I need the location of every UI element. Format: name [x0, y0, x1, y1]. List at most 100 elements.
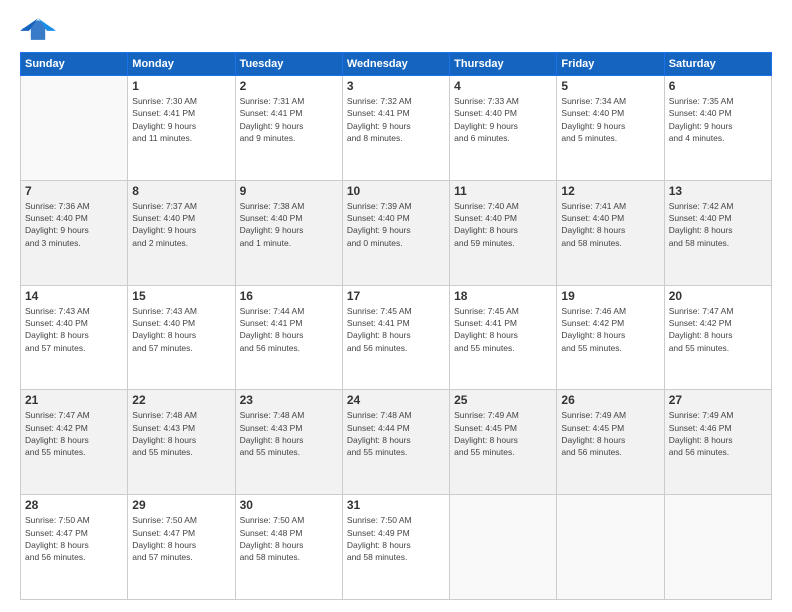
day-info: Sunrise: 7:46 AM Sunset: 4:42 PM Dayligh… — [561, 305, 659, 354]
calendar-cell: 28 Sunrise: 7:50 AM Sunset: 4:47 PM Dayli… — [21, 495, 128, 600]
logo-icon — [20, 16, 56, 44]
calendar-cell: 29 Sunrise: 7:50 AM Sunset: 4:47 PM Dayli… — [128, 495, 235, 600]
day-info: Sunrise: 7:35 AM Sunset: 4:40 PM Dayligh… — [669, 95, 767, 144]
day-number: 24 — [347, 393, 445, 407]
day-info: Sunrise: 7:40 AM Sunset: 4:40 PM Dayligh… — [454, 200, 552, 249]
day-info: Sunrise: 7:43 AM Sunset: 4:40 PM Dayligh… — [25, 305, 123, 354]
col-header-saturday: Saturday — [664, 53, 771, 76]
col-header-monday: Monday — [128, 53, 235, 76]
col-header-friday: Friday — [557, 53, 664, 76]
calendar-cell: 20 Sunrise: 7:47 AM Sunset: 4:42 PM Dayli… — [664, 285, 771, 390]
day-info: Sunrise: 7:42 AM Sunset: 4:40 PM Dayligh… — [669, 200, 767, 249]
day-number: 16 — [240, 289, 338, 303]
day-info: Sunrise: 7:47 AM Sunset: 4:42 PM Dayligh… — [25, 409, 123, 458]
day-number: 28 — [25, 498, 123, 512]
day-info: Sunrise: 7:34 AM Sunset: 4:40 PM Dayligh… — [561, 95, 659, 144]
day-info: Sunrise: 7:44 AM Sunset: 4:41 PM Dayligh… — [240, 305, 338, 354]
calendar-cell: 15 Sunrise: 7:43 AM Sunset: 4:40 PM Dayli… — [128, 285, 235, 390]
day-info: Sunrise: 7:43 AM Sunset: 4:40 PM Dayligh… — [132, 305, 230, 354]
day-info: Sunrise: 7:48 AM Sunset: 4:43 PM Dayligh… — [240, 409, 338, 458]
logo — [20, 16, 60, 44]
day-number: 12 — [561, 184, 659, 198]
page: SundayMondayTuesdayWednesdayThursdayFrid… — [0, 0, 792, 612]
calendar-cell: 26 Sunrise: 7:49 AM Sunset: 4:45 PM Dayli… — [557, 390, 664, 495]
col-header-sunday: Sunday — [21, 53, 128, 76]
calendar-cell: 11Sunrise: 7:40 AM Sunset: 4:40 PM Dayli… — [450, 180, 557, 285]
calendar-table: SundayMondayTuesdayWednesdayThursdayFrid… — [20, 52, 772, 600]
calendar-header-row: SundayMondayTuesdayWednesdayThursdayFrid… — [21, 53, 772, 76]
day-number: 5 — [561, 79, 659, 93]
calendar-cell: 2Sunrise: 7:31 AM Sunset: 4:41 PM Daylig… — [235, 76, 342, 181]
day-info: Sunrise: 7:32 AM Sunset: 4:41 PM Dayligh… — [347, 95, 445, 144]
calendar-cell: 27 Sunrise: 7:49 AM Sunset: 4:46 PM Dayli… — [664, 390, 771, 495]
day-number: 27 — [669, 393, 767, 407]
day-number: 17 — [347, 289, 445, 303]
day-number: 4 — [454, 79, 552, 93]
calendar-cell: 6 Sunrise: 7:35 AM Sunset: 4:40 PM Daylig… — [664, 76, 771, 181]
calendar-cell: 4 Sunrise: 7:33 AM Sunset: 4:40 PM Daylig… — [450, 76, 557, 181]
day-info: Sunrise: 7:47 AM Sunset: 4:42 PM Dayligh… — [669, 305, 767, 354]
calendar-cell: 8 Sunrise: 7:37 AM Sunset: 4:40 PM Daylig… — [128, 180, 235, 285]
col-header-wednesday: Wednesday — [342, 53, 449, 76]
day-info: Sunrise: 7:50 AM Sunset: 4:47 PM Dayligh… — [132, 514, 230, 563]
day-number: 15 — [132, 289, 230, 303]
day-info: Sunrise: 7:48 AM Sunset: 4:43 PM Dayligh… — [132, 409, 230, 458]
day-info: Sunrise: 7:45 AM Sunset: 4:41 PM Dayligh… — [347, 305, 445, 354]
day-number: 21 — [25, 393, 123, 407]
day-number: 7 — [25, 184, 123, 198]
day-info: Sunrise: 7:49 AM Sunset: 4:45 PM Dayligh… — [561, 409, 659, 458]
day-number: 29 — [132, 498, 230, 512]
calendar-cell: 30Sunrise: 7:50 AM Sunset: 4:48 PM Dayli… — [235, 495, 342, 600]
col-header-tuesday: Tuesday — [235, 53, 342, 76]
day-number: 30 — [240, 498, 338, 512]
day-number: 31 — [347, 498, 445, 512]
day-number: 2 — [240, 79, 338, 93]
col-header-thursday: Thursday — [450, 53, 557, 76]
day-info: Sunrise: 7:38 AM Sunset: 4:40 PM Dayligh… — [240, 200, 338, 249]
calendar-cell: 24Sunrise: 7:48 AM Sunset: 4:44 PM Dayli… — [342, 390, 449, 495]
day-number: 8 — [132, 184, 230, 198]
day-info: Sunrise: 7:41 AM Sunset: 4:40 PM Dayligh… — [561, 200, 659, 249]
day-number: 9 — [240, 184, 338, 198]
day-number: 13 — [669, 184, 767, 198]
day-info: Sunrise: 7:50 AM Sunset: 4:49 PM Dayligh… — [347, 514, 445, 563]
day-number: 22 — [132, 393, 230, 407]
calendar-cell: 7 Sunrise: 7:36 AM Sunset: 4:40 PM Daylig… — [21, 180, 128, 285]
day-number: 23 — [240, 393, 338, 407]
calendar-cell: 14 Sunrise: 7:43 AM Sunset: 4:40 PM Dayli… — [21, 285, 128, 390]
day-number: 10 — [347, 184, 445, 198]
day-info: Sunrise: 7:36 AM Sunset: 4:40 PM Dayligh… — [25, 200, 123, 249]
header — [20, 16, 772, 44]
day-info: Sunrise: 7:49 AM Sunset: 4:46 PM Dayligh… — [669, 409, 767, 458]
day-number: 1 — [132, 79, 230, 93]
calendar-cell: 31 Sunrise: 7:50 AM Sunset: 4:49 PM Dayli… — [342, 495, 449, 600]
calendar-cell: 23 Sunrise: 7:48 AM Sunset: 4:43 PM Dayli… — [235, 390, 342, 495]
calendar-cell: 16 Sunrise: 7:44 AM Sunset: 4:41 PM Dayli… — [235, 285, 342, 390]
day-number: 19 — [561, 289, 659, 303]
day-info: Sunrise: 7:37 AM Sunset: 4:40 PM Dayligh… — [132, 200, 230, 249]
calendar-cell: 10 Sunrise: 7:39 AM Sunset: 4:40 PM Dayli… — [342, 180, 449, 285]
calendar-cell: 25 Sunrise: 7:49 AM Sunset: 4:45 PM Dayli… — [450, 390, 557, 495]
calendar-cell — [450, 495, 557, 600]
calendar-cell — [557, 495, 664, 600]
calendar-cell: 12 Sunrise: 7:41 AM Sunset: 4:40 PM Dayli… — [557, 180, 664, 285]
day-info: Sunrise: 7:50 AM Sunset: 4:47 PM Dayligh… — [25, 514, 123, 563]
day-number: 14 — [25, 289, 123, 303]
calendar-cell: 17 Sunrise: 7:45 AM Sunset: 4:41 PM Dayli… — [342, 285, 449, 390]
calendar-cell: 5 Sunrise: 7:34 AM Sunset: 4:40 PM Daylig… — [557, 76, 664, 181]
calendar-cell: 22 Sunrise: 7:48 AM Sunset: 4:43 PM Dayli… — [128, 390, 235, 495]
calendar-cell: 21 Sunrise: 7:47 AM Sunset: 4:42 PM Dayli… — [21, 390, 128, 495]
day-info: Sunrise: 7:39 AM Sunset: 4:40 PM Dayligh… — [347, 200, 445, 249]
calendar-cell: 13 Sunrise: 7:42 AM Sunset: 4:40 PM Dayli… — [664, 180, 771, 285]
day-info: Sunrise: 7:33 AM Sunset: 4:40 PM Dayligh… — [454, 95, 552, 144]
day-number: 6 — [669, 79, 767, 93]
day-number: 20 — [669, 289, 767, 303]
day-info: Sunrise: 7:30 AM Sunset: 4:41 PM Dayligh… — [132, 95, 230, 144]
calendar-cell: 18Sunrise: 7:45 AM Sunset: 4:41 PM Dayli… — [450, 285, 557, 390]
day-number: 26 — [561, 393, 659, 407]
day-number: 25 — [454, 393, 552, 407]
calendar-cell: 19 Sunrise: 7:46 AM Sunset: 4:42 PM Dayli… — [557, 285, 664, 390]
day-info: Sunrise: 7:49 AM Sunset: 4:45 PM Dayligh… — [454, 409, 552, 458]
day-number: 3 — [347, 79, 445, 93]
calendar-cell: 1 Sunrise: 7:30 AM Sunset: 4:41 PM Daylig… — [128, 76, 235, 181]
